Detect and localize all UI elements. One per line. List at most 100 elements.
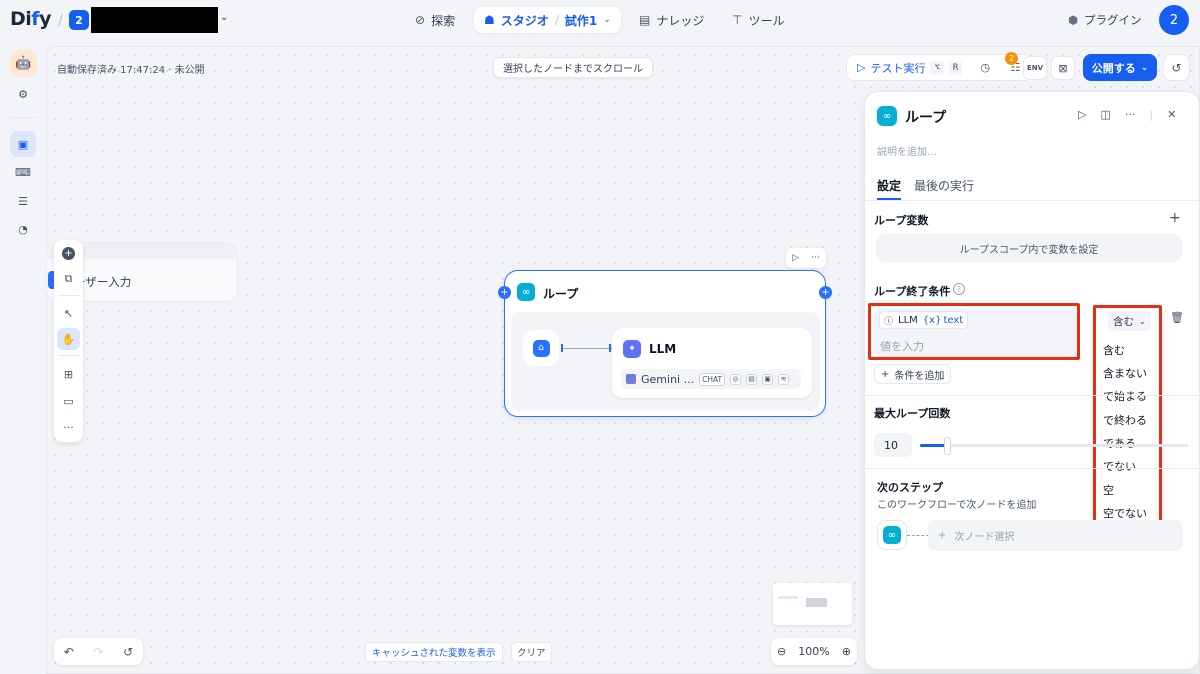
max-loop-title: 最大ループ回数: [874, 407, 951, 420]
slider-handle[interactable]: [944, 437, 951, 455]
studio-robot-icon: ☗: [484, 13, 495, 27]
show-cached-variables-button[interactable]: キャッシュされた変数を表示: [365, 642, 503, 662]
explore-icon: ⊘: [415, 13, 426, 27]
app-icon[interactable]: 🤖: [10, 50, 37, 77]
workflow-orchestrate-icon[interactable]: ▣: [10, 131, 36, 157]
close-icon[interactable]: ✕: [1167, 108, 1176, 121]
loop-icon: ∞: [877, 106, 897, 126]
model-name: Gemini ...: [641, 372, 695, 386]
highlight-box: [868, 303, 1080, 360]
llm-model-tag: Gemini ... CHAT ◎ ▤ ▣ ≋: [621, 369, 801, 389]
nav-tools[interactable]: ⊤ ツール: [722, 7, 794, 33]
nav-tools-label: ツール: [748, 13, 785, 28]
add-output-handle[interactable]: +: [819, 286, 832, 299]
api-terminal-icon[interactable]: ⌨: [10, 159, 36, 185]
add-input-handle[interactable]: +: [498, 286, 511, 299]
section-divider: [864, 395, 1200, 396]
plugins-button[interactable]: ⬢ プラグイン: [1068, 12, 1142, 28]
llm-node-title: LLM: [649, 342, 677, 356]
max-loop-input[interactable]: 10: [874, 433, 912, 457]
shortcut-key: ⌥: [930, 60, 944, 75]
play-icon[interactable]: ▷: [1078, 108, 1086, 121]
next-step-connector: [907, 535, 929, 536]
workspace-separator: /: [58, 11, 64, 29]
zoom-in-icon[interactable]: ⊕: [842, 645, 851, 658]
shortcut-key: R: [948, 60, 963, 75]
nav-studio[interactable]: ☗ スタジオ / 試作1 ⌄: [474, 7, 621, 33]
add-note-icon[interactable]: ⧉: [57, 268, 80, 290]
nav-knowledge[interactable]: ▤ ナレッジ: [629, 7, 714, 33]
history-clock-icon[interactable]: ◷: [974, 57, 996, 79]
select-next-node-label: 次ノード選択: [954, 532, 1015, 543]
hand-icon[interactable]: ✋: [57, 328, 80, 350]
tab-last-run[interactable]: 最後の実行: [914, 177, 974, 194]
edge-handle[interactable]: [609, 344, 611, 352]
publish-button[interactable]: 公開する ⌄: [1083, 54, 1157, 81]
dify-logo[interactable]: Dify: [10, 8, 51, 30]
loop-variables-empty: ループスコープ内で変数を設定: [876, 234, 1182, 262]
edge-handle[interactable]: [561, 344, 563, 352]
scroll-to-selected-button[interactable]: 選択したノードまでスクロール: [493, 57, 653, 78]
export-image-icon[interactable]: ▭: [57, 390, 80, 412]
loop-variables-title: ループ変数: [874, 214, 929, 227]
settings-sliders-icon[interactable]: ⚙: [10, 81, 36, 107]
add-condition-button[interactable]: + 条件を追加: [874, 364, 952, 384]
tab-settings[interactable]: 設定: [877, 177, 901, 194]
chevron-down-icon: ⌄: [1140, 62, 1149, 73]
workspace-name-redacted[interactable]: [91, 7, 218, 33]
add-node-icon[interactable]: +: [57, 242, 80, 264]
organize-layout-icon[interactable]: ⊞: [57, 363, 80, 385]
sidebar-divider: [10, 117, 36, 118]
panel-title[interactable]: ループ: [905, 107, 946, 127]
app-name: 試作1: [564, 13, 598, 28]
nav-explore[interactable]: ⊘ 探索: [405, 7, 465, 33]
undo-icon[interactable]: ↶: [64, 645, 74, 659]
test-run-label: テスト実行: [870, 61, 926, 75]
knowledge-icon: ▤: [639, 13, 651, 27]
avatar[interactable]: 2: [1159, 5, 1189, 35]
more-icon[interactable]: ···: [811, 253, 820, 263]
play-icon[interactable]: ▷: [792, 253, 799, 263]
zoom-level[interactable]: 100%: [798, 645, 829, 658]
chevron-down-icon[interactable]: ⌄: [220, 12, 228, 23]
mode-chip: CHAT: [699, 372, 726, 386]
conversation-variables-icon[interactable]: ⊠: [1051, 56, 1075, 80]
zoom-out-icon[interactable]: ⊖: [777, 645, 786, 658]
minimap-node: [778, 596, 798, 599]
workspace-badge[interactable]: 2: [69, 10, 89, 30]
nav-knowledge-label: ナレッジ: [656, 13, 705, 28]
tab-divider: [864, 200, 1200, 201]
loop-end-condition-title: ループ終了条件: [874, 285, 951, 298]
redo-icon[interactable]: ↷: [93, 645, 103, 659]
select-next-node-button[interactable]: + 次ノード選択: [928, 520, 1183, 551]
tools-icon: ⊤: [732, 13, 743, 27]
env-variables-button[interactable]: ENV: [1023, 56, 1047, 80]
clear-button[interactable]: クリア: [511, 642, 552, 662]
logs-icon[interactable]: ☰: [10, 188, 36, 214]
description-input[interactable]: 説明を追加...: [877, 143, 937, 158]
monitoring-icon[interactable]: ◔: [10, 216, 36, 242]
minimap-node: [806, 598, 827, 607]
plus-icon: +: [881, 368, 890, 380]
add-loop-variable-icon[interactable]: +: [1169, 210, 1181, 226]
pointer-icon[interactable]: ↖: [57, 302, 80, 324]
history-icon[interactable]: ↺: [123, 645, 133, 659]
edge: [561, 348, 613, 349]
max-loop-slider[interactable]: [920, 444, 1188, 447]
help-icon[interactable]: ?: [953, 283, 965, 295]
book-icon[interactable]: ◫: [1100, 108, 1110, 121]
more-icon[interactable]: ···: [57, 416, 80, 438]
trash-icon[interactable]: 🗑: [1170, 311, 1184, 324]
highlight-box: [1093, 305, 1162, 524]
current-node-block: ∞: [877, 520, 907, 550]
next-step-description: このワークフローで次ノードを追加: [877, 500, 1037, 511]
vision-feature-icon: ◎: [730, 373, 742, 385]
loop-start-node[interactable]: ⌂: [523, 330, 559, 366]
history-icon[interactable]: ↺: [1163, 54, 1190, 81]
next-step-title: 次のステップ: [877, 481, 943, 494]
slider-fill: [920, 444, 947, 447]
loop-icon: ∞: [517, 283, 535, 301]
test-run-button[interactable]: ▷ テスト実行 ⌥ R: [853, 60, 966, 76]
more-icon[interactable]: ···: [1125, 108, 1136, 121]
gemini-icon: [626, 374, 636, 384]
